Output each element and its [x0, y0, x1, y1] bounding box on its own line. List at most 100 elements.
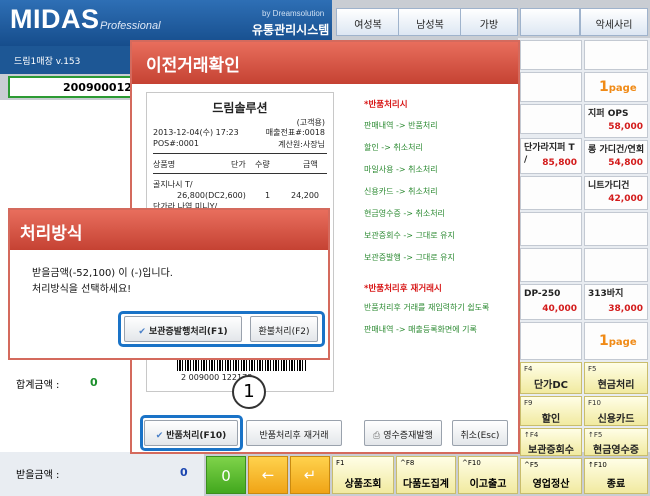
fkey-code: F5 [588, 365, 597, 373]
guide-line: 보관증발행 -> 그대로 유지 [364, 253, 455, 262]
guide-line: 반품처리후 거래를 재입력하기 쉽도록 [364, 303, 490, 312]
receipt-line-name: 골지나시 T/ [153, 180, 193, 189]
page-indicator[interactable]: 1page [584, 322, 648, 360]
received-value: 0 [180, 466, 188, 479]
key-zero[interactable]: 0 [206, 456, 246, 494]
fkey-product-search[interactable]: F1 상품조회 [332, 456, 394, 494]
receipt-pos-number: POS#:0001 [153, 139, 199, 148]
grid-cell-empty[interactable] [520, 322, 582, 360]
product-price: 38,000 [608, 304, 643, 314]
dialog-title: 처리방식 [10, 210, 328, 250]
fkey-cash[interactable]: F5 현금처리 [584, 362, 648, 394]
product-item[interactable]: DP-250 40,000 [520, 284, 582, 320]
received-panel: 받을금액 : 0 [0, 452, 204, 496]
fkey-discount[interactable]: F9 할인 [520, 396, 582, 426]
guide-line: 판매내역 -> 반품처리 [364, 121, 438, 130]
page-number: 1 [599, 79, 609, 95]
received-label: 받을금액 : [16, 470, 60, 481]
grid-cell-empty[interactable] [584, 248, 648, 282]
fkey-label: 현금영수증 [593, 445, 639, 456]
step-callout: 1 [232, 375, 266, 409]
fkey-cash-receipt[interactable]: ↑F5 현금영수증 [584, 428, 648, 456]
product-item[interactable]: 313바지 38,000 [584, 284, 648, 320]
vendor-credit: by Dreamsolution [262, 9, 325, 18]
fkey-code: F1 [336, 459, 345, 467]
grid-cell-empty[interactable] [520, 72, 582, 102]
grid-cell-empty[interactable] [520, 104, 582, 134]
fkey-multi-summary[interactable]: ^F8 다품도집계 [396, 456, 456, 494]
receipt-cashier: 계산원:사장님 [278, 140, 325, 149]
receipt-line-qty: 1 [265, 191, 271, 200]
page-label: page [608, 83, 637, 94]
product-price: 54,800 [608, 158, 643, 168]
fkey-exit[interactable]: ↑F10 종료 [584, 458, 648, 494]
grid-cell-empty[interactable] [520, 212, 582, 246]
receipt-reissue-button[interactable]: ⎙ 영수증재발행 [364, 420, 442, 446]
product-name: 지퍼 OPS [588, 109, 629, 119]
product-item[interactable]: 롱 가디건/연회 54,800 [584, 140, 648, 174]
receipt-col-qty: 수량 [255, 160, 270, 169]
fkey-code: F10 [588, 399, 601, 407]
fkey-price-dc[interactable]: F4 단가DC [520, 362, 582, 394]
total-label: 합계금액 : [16, 380, 60, 391]
fkey-label: 신용카드 [597, 414, 635, 425]
fkey-label: 할인 [541, 414, 561, 425]
barcode-input[interactable]: 200900012217 [8, 76, 140, 98]
product-price: 42,000 [608, 194, 643, 204]
grid-cell-empty[interactable] [520, 40, 582, 70]
receipt-divider [153, 153, 327, 154]
fkey-code: ↑F5 [588, 431, 603, 439]
receipt-store-name: 드림솔루션 [212, 101, 268, 115]
key-enter[interactable]: ↵ [290, 456, 330, 494]
dialog-message: 처리방식을 선택하세요! [32, 284, 132, 295]
fkey-code: ^F5 [524, 461, 539, 469]
receipt-col-amount: 금액 [303, 160, 318, 169]
receipt-slip-number: 매출전표#:0018 [265, 128, 325, 137]
fkey-code: ^F10 [462, 459, 481, 467]
product-item[interactable]: 지퍼 OPS 58,000 [584, 104, 648, 138]
product-price: 85,800 [542, 158, 577, 168]
product-name: DP-250 [524, 289, 561, 299]
return-guide: *반품처리시 판매내역 -> 반품처리 할인 -> 취소처리 마일사용 -> 취… [364, 98, 514, 398]
product-item[interactable]: 니트가디건 42,000 [584, 176, 648, 210]
totals-panel: 합계금액 : 0 [0, 362, 140, 452]
grid-cell-empty[interactable] [520, 248, 582, 282]
tab-category-4[interactable] [520, 8, 580, 36]
receipt-line-price: 26,800(DC2,600) [177, 191, 246, 200]
fkey-transfer-out[interactable]: ^F10 이고출고 [458, 456, 518, 494]
cancel-button[interactable]: 취소(Esc) [452, 420, 508, 446]
tab-category-5[interactable]: 악세사리 [580, 8, 648, 36]
grid-cell-empty[interactable] [584, 40, 648, 70]
page-indicator[interactable]: 1page [584, 72, 648, 102]
printer-icon: ⎙ [373, 431, 381, 441]
guide-line: 판매내역 -> 매출등록화면에 기록 [364, 325, 477, 334]
guide-heading: *반품처리시 [364, 100, 408, 110]
product-name: 313바지 [588, 289, 624, 299]
fkey-label: 보관증회수 [528, 445, 574, 456]
total-value: 0 [90, 376, 98, 389]
fkey-label: 현금처리 [597, 380, 635, 391]
grid-cell-empty[interactable] [584, 212, 648, 246]
highlight-process-buttons [118, 311, 325, 347]
fkey-credit-card[interactable]: F10 신용카드 [584, 396, 648, 426]
tab-category-3[interactable]: 가방 [460, 8, 518, 36]
fkey-voucher-collect[interactable]: ↑F4 보관증회수 [520, 428, 582, 456]
tab-category-1[interactable]: 여성복 [336, 8, 400, 36]
dialog-message: 받을금액(-52,100) 이 (-)입니다. [32, 268, 173, 279]
product-item[interactable]: 단가라지퍼 T / 85,800 [520, 138, 582, 174]
processing-method-dialog: 처리방식 받을금액(-52,100) 이 (-)입니다. 처리방식을 선택하세요… [8, 208, 330, 360]
key-backspace[interactable]: ← [248, 456, 288, 494]
app-logo-sub: Professional [100, 20, 161, 32]
fkey-business-settlement[interactable]: ^F5 영업정산 [520, 458, 582, 494]
return-reissue-button[interactable]: 반품처리후 재거래 [246, 420, 342, 446]
product-price: 58,000 [608, 122, 643, 132]
product-price: 40,000 [542, 304, 577, 314]
guide-line: 마일사용 -> 취소처리 [364, 165, 438, 174]
fkey-label: 이고출고 [469, 479, 507, 490]
grid-cell-empty[interactable] [520, 176, 582, 210]
fkey-label: 상품조회 [344, 479, 382, 490]
page-label: page [608, 337, 637, 348]
tab-category-2[interactable]: 남성복 [398, 8, 462, 36]
receipt-datetime: 2013-12-04(수) 17:23 [153, 128, 239, 137]
product-name: 니트가디건 [588, 181, 630, 191]
